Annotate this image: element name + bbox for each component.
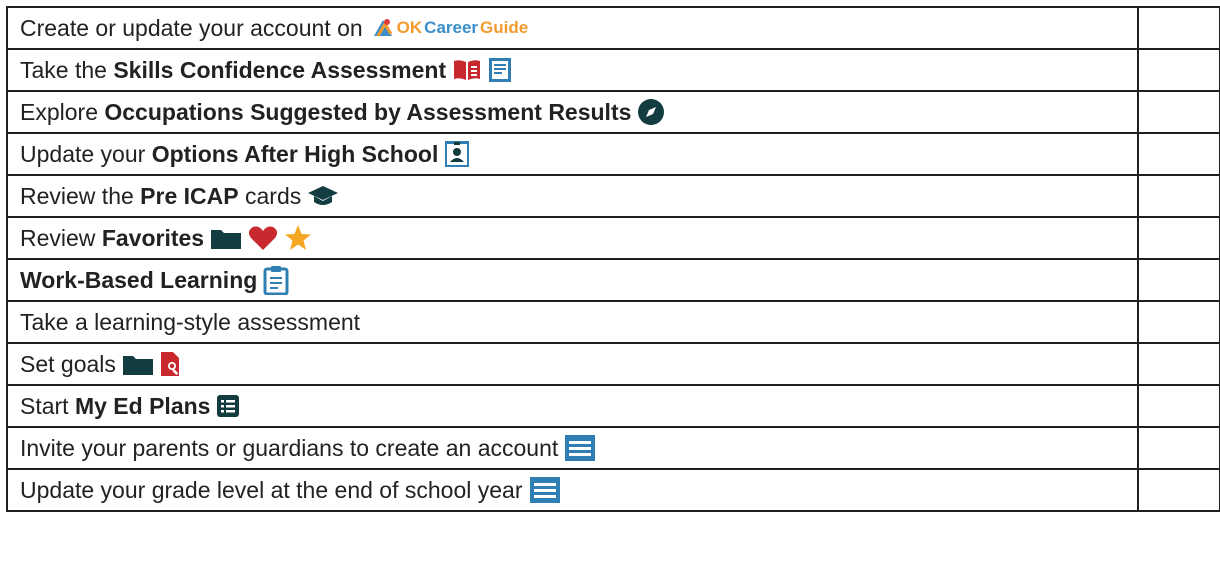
okcareerguide-logo: OK Career Guide [371,16,528,40]
task-cell: Update your grade level at the end of sc… [6,468,1139,512]
task-cell: Set goals [6,342,1139,386]
checkbox-cell[interactable] [1137,6,1220,50]
task-cell: Explore Occupations Suggested by Assessm… [6,90,1139,134]
checkbox-cell[interactable] [1137,48,1220,92]
checkbox-cell[interactable] [1137,258,1220,302]
task-text: Invite your parents or guardians to crea… [20,434,559,461]
task-cell: Start My Ed Plans [6,384,1139,428]
task-text: Update your grade level at the end of sc… [20,476,523,503]
id-badge-icon [444,140,470,168]
checkbox-cell[interactable] [1137,426,1220,470]
task-cell: Review the Pre ICAP cards [6,174,1139,218]
task-cell: Take a learning-style assessment [6,300,1139,344]
task-text: Set goals [20,350,116,377]
list-icon [216,394,240,418]
star-icon [284,224,312,252]
table-row: Review Favorites [6,216,1220,260]
graduation-cap-icon [307,184,339,208]
task-text: Explore Occupations Suggested by Assessm… [20,98,632,125]
task-cell: Invite your parents or guardians to crea… [6,426,1139,470]
table-row: Review the Pre ICAP cards [6,174,1220,218]
checkbox-cell[interactable] [1137,384,1220,428]
task-text: Update your Options After High School [20,140,439,167]
task-text: Take the Skills Confidence Assessment [20,56,447,83]
task-checklist-table: Create or update your account on OK Caree… [6,6,1220,512]
checkbox-cell[interactable] [1137,174,1220,218]
checkbox-cell[interactable] [1137,216,1220,260]
menu-icon [564,434,596,462]
red-book-icon [452,58,482,82]
table-row: Invite your parents or guardians to crea… [6,426,1220,470]
task-cell: Update your Options After High School [6,132,1139,176]
folder-icon [122,352,154,376]
task-text: Take a learning-style assessment [20,308,361,335]
task-text: Review Favorites [20,224,205,251]
task-text: Review the Pre ICAP cards [20,182,302,209]
folder-icon [210,226,242,250]
table-row: Take the Skills Confidence Assessment [6,48,1220,92]
table-row: Take a learning-style assessment [6,300,1220,344]
task-text: Create or update your account on [20,14,363,41]
checkbox-cell[interactable] [1137,132,1220,176]
clipboard-icon [263,265,289,295]
heart-icon [248,225,278,251]
checkbox-cell[interactable] [1137,90,1220,134]
checkbox-cell[interactable] [1137,468,1220,512]
task-cell: Create or update your account on OK Caree… [6,6,1139,50]
table-row: Work-Based Learning [6,258,1220,302]
task-text: Work-Based Learning [20,266,258,293]
checkbox-cell[interactable] [1137,300,1220,344]
table-row: Update your Options After High School [6,132,1220,176]
compass-icon [637,98,665,126]
task-cell: Review Favorites [6,216,1139,260]
file-search-icon [160,351,182,377]
checkbox-cell[interactable] [1137,342,1220,386]
task-cell: Work-Based Learning [6,258,1139,302]
task-text: Start My Ed Plans [20,392,211,419]
table-row: Create or update your account on OK Caree… [6,6,1220,50]
table-row: Start My Ed Plans [6,384,1220,428]
table-row: Set goals [6,342,1220,386]
task-cell: Take the Skills Confidence Assessment [6,48,1139,92]
table-row: Update your grade level at the end of sc… [6,468,1220,512]
menu-icon [529,476,561,504]
blue-document-icon [488,57,512,83]
table-row: Explore Occupations Suggested by Assessm… [6,90,1220,134]
